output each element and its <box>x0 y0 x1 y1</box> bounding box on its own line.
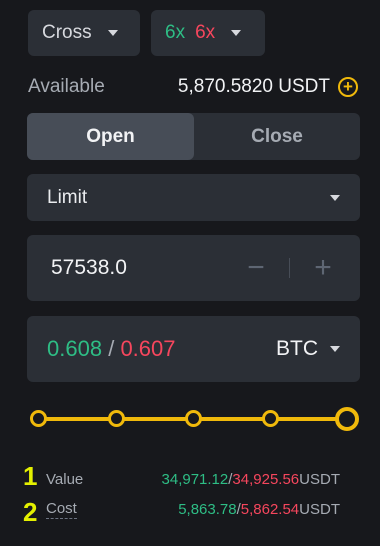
add-funds-icon[interactable]: + <box>338 77 358 97</box>
value-unit: USDT <box>299 471 340 488</box>
slider-stop-25[interactable] <box>108 410 125 427</box>
quantity-field[interactable]: 0.608 / 0.607 BTC <box>27 316 360 382</box>
annotation-marker-2: 2 <box>23 497 38 527</box>
leverage-button[interactable]: 6x 6x <box>151 10 265 56</box>
margin-mode-button[interactable]: Cross <box>28 10 140 56</box>
caret-down-icon[interactable] <box>330 346 340 352</box>
stepper-divider <box>289 258 290 278</box>
caret-down-icon <box>107 30 118 36</box>
value-amounts: 34,971.12/34,925.56USDT <box>162 471 340 488</box>
slider-handle[interactable] <box>335 407 359 431</box>
cost-buy: 5,863.78 <box>178 501 237 518</box>
value-buy: 34,971.12 <box>161 471 229 488</box>
decrement-button[interactable]: − <box>243 251 269 285</box>
caret-down-icon <box>231 30 242 36</box>
cost-label[interactable]: Cost <box>46 500 77 519</box>
short-leverage: 6x <box>195 22 216 43</box>
cost-sell: 5,862.54 <box>240 501 300 518</box>
slider-stop-0[interactable] <box>30 410 47 427</box>
sell-quantity: 0.607 <box>120 336 176 361</box>
long-leverage: 6x <box>165 22 186 43</box>
buy-quantity: 0.608 <box>47 336 103 361</box>
price-field[interactable]: 57538.0 − + <box>27 235 360 301</box>
available-value: 5,870.5820 USDT <box>177 76 330 97</box>
increment-button[interactable]: + <box>310 251 336 285</box>
quantity-separator: / <box>108 336 115 361</box>
cost-unit: USDT <box>299 501 340 518</box>
quantity-input[interactable]: 0.608 / 0.607 <box>47 336 276 362</box>
quantity-unit[interactable]: BTC <box>276 337 318 361</box>
cost-amounts: 5,863.78/5,862.54USDT <box>178 501 340 518</box>
slider-stop-50[interactable] <box>185 410 202 427</box>
price-input[interactable]: 57538.0 <box>51 256 243 280</box>
value-label: Value <box>46 471 84 488</box>
margin-mode-label: Cross <box>42 22 92 43</box>
slider-stop-75[interactable] <box>262 410 279 427</box>
value-sell: 34,925.56 <box>232 471 300 488</box>
order-type-select[interactable]: Limit <box>27 174 360 221</box>
caret-down-icon <box>330 194 340 201</box>
order-type-label: Limit <box>47 186 88 208</box>
tab-close[interactable]: Close <box>194 113 360 160</box>
available-label: Available <box>28 76 105 97</box>
quantity-slider[interactable] <box>30 404 360 434</box>
tab-open[interactable]: Open <box>27 113 194 160</box>
annotation-marker-1: 1 <box>23 461 38 491</box>
